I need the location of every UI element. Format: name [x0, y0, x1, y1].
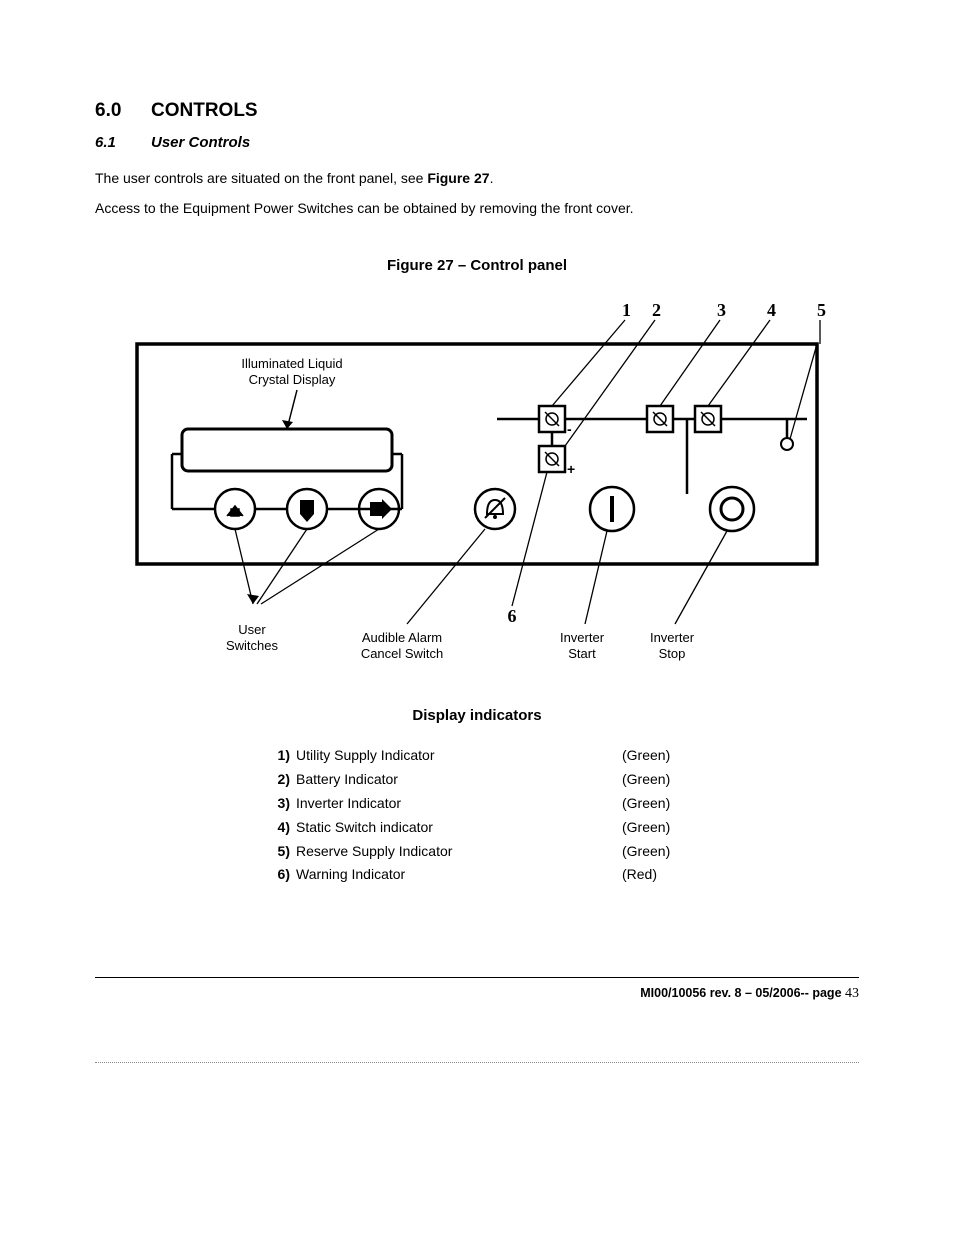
subsection-heading: 6.1User Controls: [95, 134, 859, 151]
page-footer: MI00/10056 rev. 8 – 05/2006-- page 43: [95, 986, 859, 1002]
control-panel-diagram: 1 2 3 4 5 Illuminated Liquid Crystal Dis…: [127, 294, 827, 677]
svg-text:+: +: [567, 461, 575, 477]
indicator-row: 1) Utility Supply Indicator (Green): [262, 744, 692, 768]
lcd-label-2: Crystal Display: [249, 372, 336, 387]
subsection-title: User Controls: [151, 134, 250, 151]
figure-ref: Figure 27: [427, 170, 489, 186]
paragraph-1: The user controls are situated on the fr…: [95, 169, 859, 187]
indicators-heading: Display indicators: [95, 707, 859, 724]
inv-stop-label-1: Inverter: [650, 630, 695, 645]
callout-4: 4: [767, 300, 776, 320]
indicator-row: 5) Reserve Supply Indicator (Green): [262, 840, 692, 864]
indicators-table: 1) Utility Supply Indicator (Green) 2) B…: [262, 744, 692, 887]
section-number: 6.0: [95, 100, 151, 122]
footer-doc-id: MI00/10056 rev. 8 – 05/2006-- page: [640, 986, 845, 1000]
section-title: CONTROLS: [151, 100, 258, 121]
figure-caption: Figure 27 – Control panel: [95, 257, 859, 274]
dotted-rule: [95, 1062, 859, 1063]
svg-text:-: -: [567, 421, 572, 437]
inv-stop-label-2: Stop: [659, 646, 686, 661]
inv-start-label-1: Inverter: [560, 630, 605, 645]
subsection-number: 6.1: [95, 134, 151, 151]
indicator-row: 6) Warning Indicator (Red): [262, 863, 692, 887]
lcd-label-1: Illuminated Liquid: [241, 356, 342, 371]
callout-5: 5: [817, 300, 826, 320]
callout-6: 6: [508, 606, 517, 626]
alarm-label-2: Cancel Switch: [361, 646, 443, 661]
inverter-start-button: [590, 487, 634, 531]
indicator-row: 4) Static Switch indicator (Green): [262, 816, 692, 840]
footer-rule: [95, 977, 859, 978]
alarm-cancel-switch: [475, 489, 515, 529]
indicator-row: 2) Battery Indicator (Green): [262, 768, 692, 792]
callout-3: 3: [717, 300, 726, 320]
user-switch-2: [287, 489, 327, 529]
callout-2: 2: [652, 300, 661, 320]
paragraph-2: Access to the Equipment Power Switches c…: [95, 199, 859, 217]
inverter-stop-button: [710, 487, 754, 531]
callout-1: 1: [622, 300, 631, 320]
inv-start-label-2: Start: [568, 646, 596, 661]
alarm-label-1: Audible Alarm: [362, 630, 442, 645]
footer-page-number: 43: [845, 986, 859, 1001]
section-heading: 6.0CONTROLS: [95, 100, 859, 122]
indicator-row: 3) Inverter Indicator (Green): [262, 792, 692, 816]
diagram-svg: 1 2 3 4 5 Illuminated Liquid Crystal Dis…: [127, 294, 827, 674]
user-switches-label-2: Switches: [226, 638, 279, 653]
document-page: 6.0CONTROLS 6.1User Controls The user co…: [0, 0, 954, 1123]
user-switch-1: [215, 489, 255, 529]
user-switches-label-1: User: [238, 622, 266, 637]
